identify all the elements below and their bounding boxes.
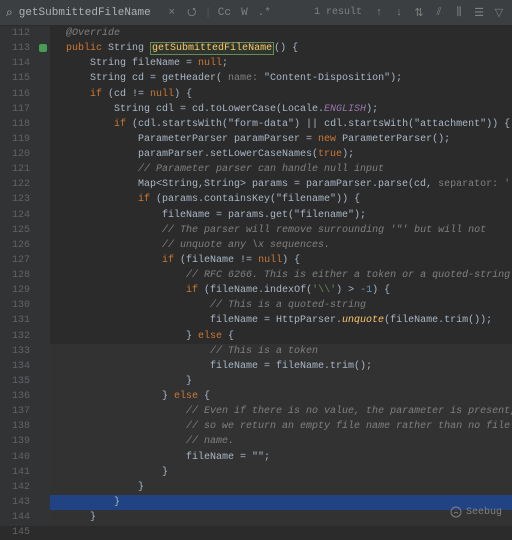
tool-icon-1[interactable]: ⫽ <box>432 7 446 19</box>
word-icon[interactable]: W <box>237 7 251 19</box>
code-line[interactable]: if (params.containsKey("filename")) { <box>50 192 512 207</box>
code-line[interactable]: fileName = HttpParser.unquote(fileName.t… <box>50 313 512 328</box>
code-line[interactable]: String cdl = cd.toLowerCase(Locale.ENGLI… <box>50 102 512 117</box>
code-line[interactable]: } <box>50 510 512 525</box>
code-line[interactable]: // This is a token <box>50 344 512 359</box>
code-line[interactable]: } <box>50 495 512 510</box>
code-line[interactable]: // so we return an empty file name rathe… <box>50 419 512 434</box>
code-line[interactable]: // The parser will remove surrounding '"… <box>50 223 512 238</box>
code-line[interactable]: } else { <box>50 389 512 404</box>
code-line[interactable]: @Override <box>50 26 512 41</box>
case-icon[interactable]: Cc <box>217 7 231 19</box>
code-line[interactable]: // Even if there is no value, the parame… <box>50 404 512 419</box>
tool-icon-2[interactable]: ⫼ <box>452 7 466 19</box>
code-line[interactable]: paramParser.setLowerCaseNames(true); <box>50 147 512 162</box>
code-line[interactable]: String cd = getHeader( name: "Content-Di… <box>50 71 512 86</box>
code-line[interactable]: ParameterParser paramParser = new Parame… <box>50 132 512 147</box>
code-line[interactable]: // This is a quoted-string <box>50 298 512 313</box>
toolbar-divider: | <box>205 7 212 19</box>
gutter-run-icon[interactable] <box>39 44 47 52</box>
code-line[interactable]: } <box>50 465 512 480</box>
code-line[interactable]: // unquote any \x sequences. <box>50 238 512 253</box>
code-line[interactable]: } <box>50 480 512 495</box>
line-gutter: 1121131141151161171181191201211221231241… <box>0 26 36 526</box>
code-line[interactable]: if (fileName != null) { <box>50 253 512 268</box>
search-icon[interactable]: ⌕ <box>6 6 13 20</box>
editor: 1121131141151161171181191201211221231241… <box>0 26 512 526</box>
code-line[interactable]: public String getSubmittedFileName() { <box>50 41 512 56</box>
code-line[interactable]: // name. <box>50 434 512 449</box>
search-bar: ⌕ getSubmittedFileName × ⭯ | Cc W .* 1 r… <box>0 0 512 26</box>
code-line[interactable]: if (cd != null) { <box>50 87 512 102</box>
search-input[interactable]: getSubmittedFileName <box>19 7 151 19</box>
code-line[interactable]: fileName = fileName.trim(); <box>50 359 512 374</box>
code-line[interactable]: // RFC 6266. This is either a token or a… <box>50 268 512 283</box>
regex-icon[interactable]: .* <box>257 7 271 19</box>
branding: Seebug <box>450 506 502 518</box>
result-count: 1 result <box>314 7 362 18</box>
filter-icon[interactable]: ▽ <box>492 6 506 20</box>
code-line[interactable]: fileName = ""; <box>50 450 512 465</box>
code-area[interactable]: @Override public String getSubmittedFile… <box>50 26 512 526</box>
code-line[interactable]: } <box>50 374 512 389</box>
code-line[interactable]: if (cdl.startsWith("form-data") || cdl.s… <box>50 117 512 132</box>
select-all-icon[interactable]: ⇅ <box>412 6 426 20</box>
up-icon[interactable]: ↑ <box>372 7 386 19</box>
branding-label: Seebug <box>466 507 502 518</box>
code-line[interactable]: fileName = params.get("filename"); <box>50 208 512 223</box>
code-line[interactable]: if (fileName.indexOf('\\') > -1) { <box>50 283 512 298</box>
marker-stripe <box>36 26 50 526</box>
seebug-icon <box>450 506 462 518</box>
tool-icon-3[interactable]: ☰ <box>472 6 486 20</box>
code-line[interactable]: Map<String,String> params = paramParser.… <box>50 177 512 192</box>
code-line[interactable]: } else { <box>50 329 512 344</box>
close-icon[interactable]: × <box>165 7 179 19</box>
pin-icon[interactable]: ⭯ <box>185 3 199 22</box>
down-icon[interactable]: ↓ <box>392 7 406 19</box>
code-line[interactable]: String fileName = null; <box>50 56 512 71</box>
code-line[interactable]: // Parameter parser can handle null inpu… <box>50 162 512 177</box>
